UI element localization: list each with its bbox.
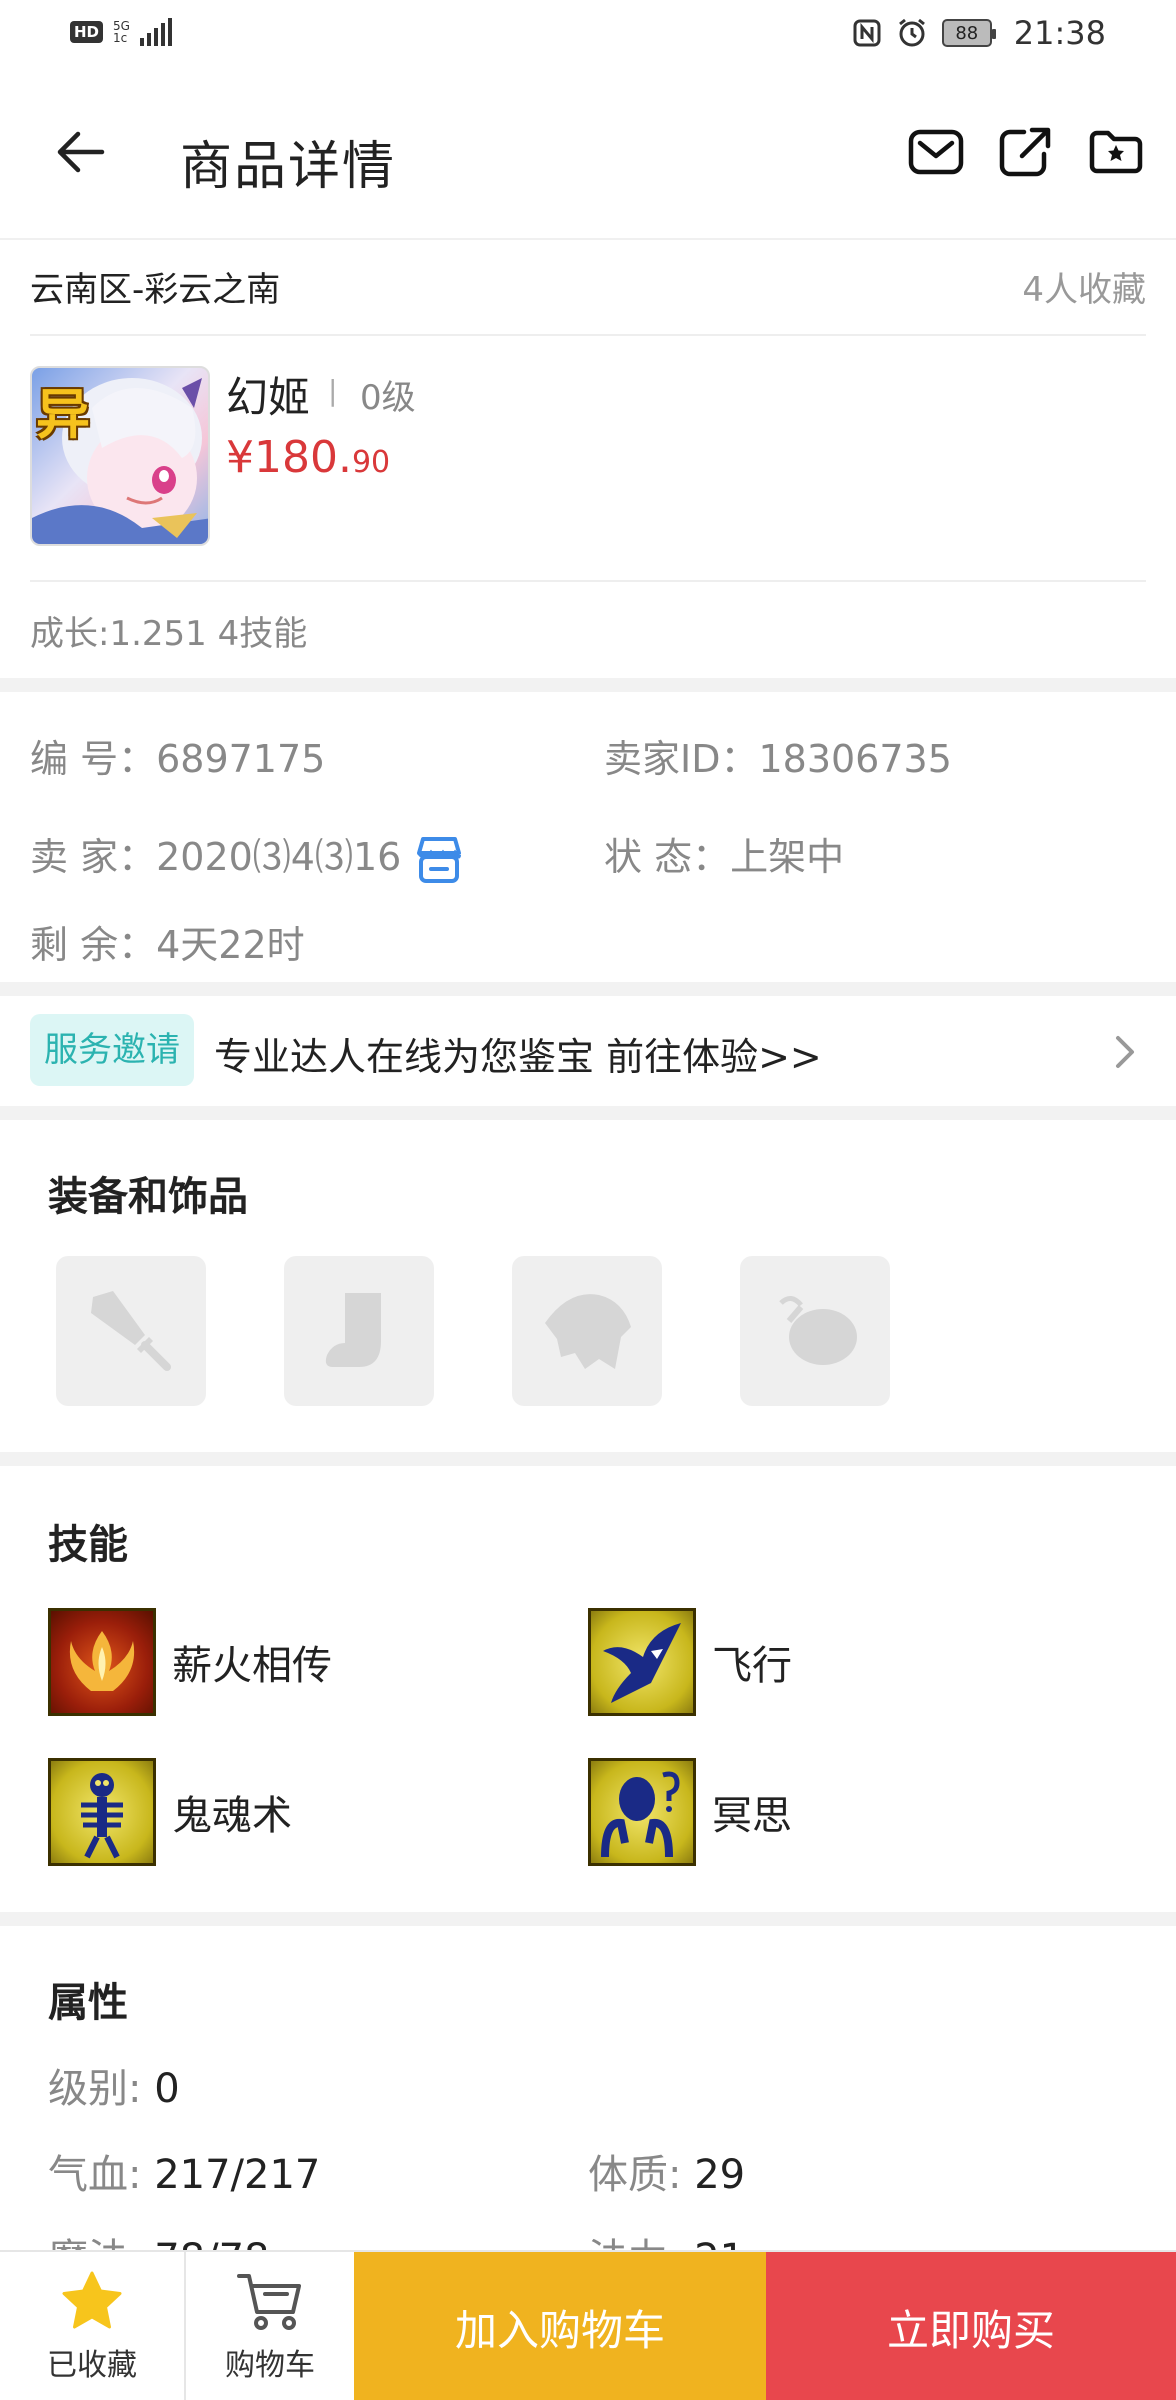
section-divider [0, 982, 1176, 996]
equip-slot-boots[interactable] [284, 1256, 434, 1406]
favorite-button[interactable]: 已收藏 [0, 2252, 184, 2400]
phoenix-icon [48, 1608, 156, 1716]
section-divider [0, 1912, 1176, 1926]
pouch-icon [779, 1296, 857, 1365]
armor-icon [545, 1294, 631, 1369]
cart-button[interactable]: 购物车 [186, 2252, 354, 2400]
sword-icon [91, 1291, 171, 1371]
pet-level: 0级 [360, 378, 416, 418]
seller-id-value: 18306735 [758, 737, 952, 781]
status-label: 状 态： [604, 835, 731, 879]
skill-item[interactable]: 冥思 [588, 1758, 792, 1866]
pet-summary[interactable]: 异 幻姬 | 0级 ¥180.90 [30, 336, 1146, 582]
serial-value: 6897175 [156, 737, 326, 781]
price-cents: 90 [351, 445, 391, 480]
cart-label: 购物车 [225, 2348, 315, 2383]
service-text: 专业达人在线为您鉴宝 前往体验>> [214, 1035, 822, 1079]
nfc-icon [853, 19, 881, 47]
attr-value: 0 [154, 2066, 180, 2112]
equip-slot-accessory[interactable] [740, 1256, 890, 1406]
equip-slot-weapon[interactable] [56, 1256, 206, 1406]
alarm-icon [898, 18, 925, 47]
growth-skills-summary: 成长:1.251 4技能 [30, 614, 308, 654]
pet-avatar[interactable]: 异 [30, 366, 210, 546]
remaining-label: 剩 余： [30, 923, 157, 967]
chevron-right-icon [1116, 1036, 1134, 1068]
equipment-title: 装备和饰品 [48, 1174, 248, 1220]
back-arrow-icon[interactable] [52, 122, 112, 182]
skill-name: 冥思 [712, 1793, 792, 1839]
status-bar: HD 5G 1c 88 21:38 [0, 0, 1176, 72]
status-value: 上架中 [730, 835, 845, 879]
skeleton-icon [48, 1758, 156, 1866]
service-invite-banner[interactable]: 服务邀请 专业达人在线为您鉴宝 前往体验>> [0, 996, 1176, 1106]
hd-badge: HD [70, 21, 104, 43]
name-level-divider: | [328, 374, 338, 407]
price-main: ¥180. [226, 432, 352, 483]
attr-value: 29 [694, 2152, 746, 2198]
attr-value: 217/217 [154, 2152, 321, 2198]
serial-number: 编 号：6897175 [30, 728, 325, 783]
attr-label: 体质: [588, 2152, 682, 2198]
equip-slot-armor[interactable] [512, 1256, 662, 1406]
seller-value: 2020⑶4⑶16 [156, 835, 402, 879]
attr-label: 气血: [48, 2152, 142, 2198]
attributes-title: 属性 [48, 1980, 128, 2026]
attr-label: 级别: [48, 2066, 142, 2112]
boot-icon [325, 1293, 381, 1367]
attr-constitution: 体质: 29 [588, 2142, 745, 2200]
remaining-value: 4天22时 [156, 923, 305, 967]
time-remaining: 剩 余：4天22时 [30, 914, 305, 969]
share-icon[interactable] [998, 126, 1054, 178]
favorite-folder-icon[interactable] [1088, 126, 1144, 178]
price: ¥180.90 [226, 432, 390, 483]
signal-icon [139, 18, 172, 46]
attr-hp: 气血: 217/217 [48, 2142, 320, 2200]
seller-label: 卖 家： [30, 835, 157, 879]
skill-item[interactable]: 飞行 [588, 1608, 792, 1716]
battery-indicator: 88 [941, 19, 996, 47]
seller-id-label: 卖家ID： [604, 737, 759, 781]
section-divider [0, 1106, 1176, 1120]
skill-name: 薪火相传 [172, 1643, 332, 1689]
skills-title: 技能 [48, 1522, 128, 1568]
listing-status: 状 态：上架中 [604, 826, 844, 881]
add-to-cart-button[interactable]: 加入购物车 [354, 2252, 766, 2400]
cart-icon [237, 2274, 301, 2330]
attr-level: 级别: 0 [48, 2056, 180, 2114]
skill-item[interactable]: 鬼魂术 [48, 1758, 292, 1866]
service-badge: 服务邀请 [30, 1014, 194, 1086]
buy-now-button[interactable]: 立即购买 [766, 2252, 1176, 2400]
network-indicator: 5G 1c [113, 20, 130, 44]
page-title: 商品详情 [180, 137, 397, 197]
network-sub: 1c [113, 31, 128, 45]
app-header: 商品详情 [0, 72, 1176, 240]
serial-label: 编 号： [30, 737, 157, 781]
status-right: 88 21:38 [852, 14, 1106, 52]
pet-name: 幻姬 [226, 373, 311, 422]
region-row: 云南区-彩云之南 4人收藏 [30, 240, 1146, 336]
bottom-action-bar: 已收藏 购物车 加入购物车 立即购买 [0, 2250, 1176, 2400]
skill-name: 飞行 [712, 1643, 792, 1689]
favorite-label: 已收藏 [47, 2348, 137, 2383]
star-icon [62, 2271, 122, 2329]
seller: 卖 家：2020⑶4⑶16 [30, 826, 465, 885]
eagle-icon [588, 1608, 696, 1716]
status-left: HD 5G 1c [70, 18, 172, 46]
mail-icon[interactable] [908, 126, 964, 178]
section-divider [0, 1452, 1176, 1466]
skill-item[interactable]: 薪火相传 [48, 1608, 332, 1716]
seller-id: 卖家ID：18306735 [604, 728, 952, 783]
pet-badge: 异 [36, 383, 90, 446]
shop-icon[interactable] [413, 835, 465, 885]
clock: 21:38 [1013, 14, 1106, 52]
section-divider [0, 678, 1176, 692]
favorite-count: 4人收藏 [1022, 270, 1146, 310]
skill-name: 鬼魂术 [172, 1793, 292, 1839]
meditate-icon [588, 1758, 696, 1866]
server-region: 云南区-彩云之南 [30, 270, 281, 310]
